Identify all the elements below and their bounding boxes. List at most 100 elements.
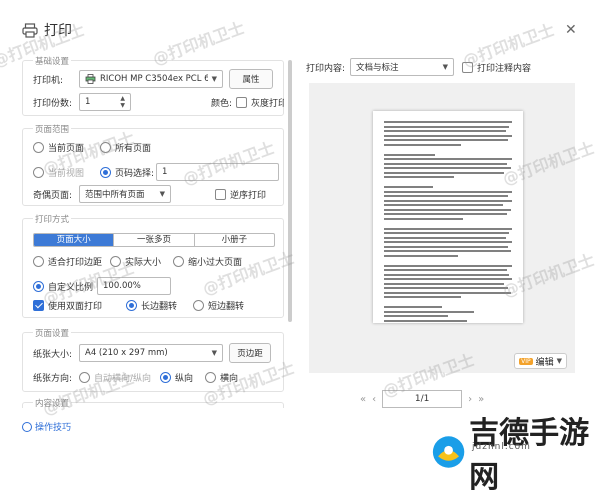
printer-label: 打印机: <box>33 75 64 86</box>
tips-icon <box>22 421 32 432</box>
chevron-down-icon: ▼ <box>159 190 165 198</box>
printer-select[interactable]: RICOH MP C3504ex PCL 6 ▼ <box>79 70 223 88</box>
print-annotations-checkbox[interactable] <box>462 61 474 73</box>
tips-label: 操作技巧 <box>35 423 72 433</box>
grayscale-checkbox[interactable] <box>236 96 248 108</box>
copies-stepper[interactable]: 1 ▲ ▼ <box>79 93 131 111</box>
preview-text-line <box>384 158 512 160</box>
landscape-radio[interactable] <box>205 372 216 383</box>
last-page-icon[interactable]: » <box>478 394 484 405</box>
printer-icon <box>22 22 38 38</box>
page-input[interactable]: 1/1 <box>382 390 463 408</box>
print-mode-group: 打印方式 页面大小 一张多页 小册子 适合打印边距 实际大小 缩小过大页面 自定… <box>22 213 284 318</box>
preview-text-line <box>384 213 507 215</box>
short-edge-label: 短边翻转 <box>208 302 245 312</box>
print-preview: VIP 编辑 ▼ <box>309 83 575 373</box>
preview-text-line <box>384 319 468 322</box>
reverse-checkbox[interactable] <box>215 188 226 200</box>
stepper-arrows-icon[interactable]: ▲ ▼ <box>120 95 125 109</box>
preview-text-line <box>384 306 442 308</box>
preview-text-line <box>384 139 509 141</box>
preview-text-line <box>384 250 511 252</box>
preview-text-line <box>384 278 512 280</box>
page-select-label: 页码选择: <box>115 168 155 179</box>
duplex-checkbox[interactable] <box>33 300 44 311</box>
page-range-title: 页面范围 <box>33 123 72 135</box>
shrink-radio[interactable] <box>173 256 184 267</box>
portrait-label: 纵向 <box>175 374 194 384</box>
preview-text-line <box>384 190 512 193</box>
site-logo-icon <box>432 436 465 468</box>
first-page-icon[interactable]: « <box>360 394 366 405</box>
margins-button[interactable]: 页边距 <box>229 343 271 363</box>
copies-value: 1 <box>85 97 91 107</box>
grayscale-label: 灰度打印 <box>251 98 284 109</box>
duplex-label: 使用双面打印 <box>48 302 103 312</box>
actual-size-label: 实际大小 <box>125 258 162 268</box>
tab-booklet[interactable]: 小册子 <box>195 234 274 246</box>
edit-button[interactable]: VIP 编辑 ▼ <box>514 353 567 369</box>
settings-scrollbar[interactable] <box>288 60 292 322</box>
properties-button[interactable]: 属性 <box>229 69 273 89</box>
odd-even-select[interactable]: 范围中所有页面 ▼ <box>79 185 171 203</box>
edit-label: 编辑 <box>535 357 554 368</box>
fit-margin-label: 适合打印边距 <box>48 258 103 268</box>
preview-text-line <box>384 153 436 156</box>
preview-text-line <box>384 296 461 298</box>
long-edge-radio[interactable] <box>126 300 137 311</box>
preview-text-line <box>384 282 505 285</box>
chevron-down-icon: ▼ <box>442 63 449 71</box>
settings-panel[interactable]: 基础设置 打印机: RICOH MP C3504ex PCL 6 ▼ 属性 打印… <box>22 52 284 408</box>
preview-text-line <box>384 130 506 132</box>
preview-text-line <box>384 227 512 230</box>
paper-size-select[interactable]: A4 (210 x 297 mm) ▼ <box>79 344 223 362</box>
tab-multi-page[interactable]: 一张多页 <box>114 234 195 246</box>
preview-text-line <box>384 287 509 289</box>
content-settings-title: 内容设置 <box>33 397 72 408</box>
scale-input[interactable]: 100.00% <box>97 277 172 295</box>
long-edge-label: 长边翻转 <box>141 302 178 312</box>
preview-text-line <box>384 264 512 267</box>
vip-badge: VIP <box>519 357 533 365</box>
preview-text-line <box>384 186 433 188</box>
color-label: 颜色: <box>211 98 233 109</box>
portrait-radio[interactable] <box>160 372 171 383</box>
current-page-radio[interactable] <box>33 142 44 153</box>
preview-text-line <box>384 143 461 146</box>
all-pages-radio[interactable] <box>100 142 111 153</box>
content-label: 打印内容: <box>306 63 346 74</box>
auto-orientation-radio[interactable] <box>79 372 90 383</box>
prev-page-icon[interactable]: ‹ <box>372 394 376 405</box>
current-view-label: 当前视图 <box>48 168 85 179</box>
preview-text-line <box>384 199 512 202</box>
custom-scale-radio[interactable] <box>33 280 44 292</box>
page-range-group: 页面范围 当前页面 所有页面 当前视图 页码选择: 1 奇偶页面: 范围中所有页… <box>22 123 284 206</box>
page-select-radio[interactable] <box>100 166 111 178</box>
chevron-down-icon: ▼ <box>556 357 562 365</box>
content-value: 文档与标注 <box>356 63 399 73</box>
page-select-value: 1 <box>162 167 168 177</box>
site-logo-text: 吉德手游网 <box>469 416 590 495</box>
landscape-label: 横向 <box>220 374 239 384</box>
preview-text-line <box>384 171 505 174</box>
content-settings-group: 内容设置 <box>22 397 284 408</box>
next-page-icon[interactable]: › <box>468 394 472 405</box>
preview-text-line <box>384 208 511 211</box>
title-label: 打印 <box>44 23 72 39</box>
tips-link[interactable]: 操作技巧 <box>22 420 71 433</box>
page-select-input[interactable]: 1 <box>156 163 280 181</box>
printer-small-icon <box>85 74 96 84</box>
preview-text-line <box>384 125 510 128</box>
tab-page-size[interactable]: 页面大小 <box>34 234 115 246</box>
auto-orientation-label: 自动横向/纵向 <box>94 374 152 384</box>
current-view-radio[interactable] <box>33 166 44 178</box>
fit-margin-radio[interactable] <box>33 256 44 267</box>
preview-text-line <box>384 245 509 248</box>
basic-settings-title: 基础设置 <box>33 55 72 67</box>
short-edge-radio[interactable] <box>193 300 204 311</box>
actual-size-radio[interactable] <box>110 256 121 267</box>
pager: « ‹ 1/1 › » <box>360 390 484 408</box>
page-setup-group: 页面设置 纸张大小: A4 (210 x 297 mm) ▼ 页边距 纸张方向:… <box>22 327 284 392</box>
close-icon[interactable]: ✕ <box>565 22 577 38</box>
content-select[interactable]: 文档与标注 ▼ <box>350 58 455 76</box>
